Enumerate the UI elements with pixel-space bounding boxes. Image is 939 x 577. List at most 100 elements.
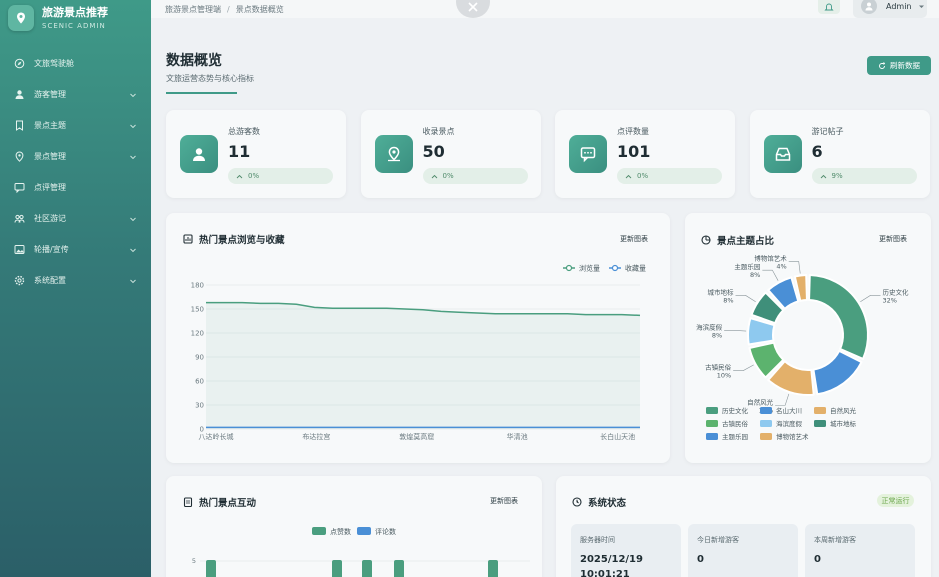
pie-legend-item-1[interactable]: 历史文化: [706, 406, 749, 415]
breadcrumb-separator: /: [227, 4, 230, 14]
notification-button[interactable]: [818, 0, 840, 14]
compass-icon: [14, 58, 25, 69]
y-tick-label: 150: [191, 306, 204, 314]
sidebar-item-label: 社区游记: [34, 214, 66, 223]
breadcrumb-root[interactable]: 旅游景点管理端: [165, 4, 221, 15]
x-tick-label: 长白山天池: [600, 432, 635, 441]
page-subtitle: 文旅运营态势与核心指标: [166, 74, 254, 83]
brand-title: 旅游景点推荐: [42, 5, 108, 19]
chevron-down-icon: [129, 246, 137, 254]
legend-item-2[interactable]: 收藏量: [609, 264, 646, 273]
pie-legend-item-8[interactable]: 博物馆艺术: [760, 432, 809, 441]
pie-slice-label: 城市地标 8%: [708, 287, 735, 304]
week-new-visitors-label: 本周新增游客: [814, 536, 856, 544]
pie-card-title-text: 景点主题占比: [717, 236, 775, 247]
bookmark-icon: [14, 120, 25, 131]
legend-label: 自然风光: [830, 406, 857, 415]
pie-card-refresh-link[interactable]: 更新图表: [879, 234, 907, 244]
bar[interactable]: [362, 560, 372, 577]
sidebar: 旅游景点推荐 SCENIC ADMIN 文旅驾驶舱 游客管理 景点主题 景点管理 点评管…: [0, 0, 151, 577]
user-menu[interactable]: Admin: [853, 0, 927, 18]
pie-legend-item-7[interactable]: 主题乐园: [706, 432, 748, 441]
pie-leader-line: [860, 295, 881, 303]
server-time-tile: 服务器时间 2025/12/19 10:01:21: [571, 524, 681, 577]
chevron-down-icon: [129, 153, 137, 161]
user-avatar-icon: [865, 2, 873, 11]
stat-trend: 0%: [228, 168, 333, 184]
today-new-visitors-label: 今日新增游客: [697, 536, 739, 544]
stat-card-2: 收录景点 50 0%: [360, 110, 541, 198]
pie-chart: 历史文化32%自然风光16%古镇民俗10%海滨度假8%城市地标8%主题乐园8%博…: [696, 254, 909, 441]
chat-icon: [14, 182, 25, 193]
refresh-button[interactable]: 刷新数据: [867, 56, 931, 75]
trend-up-icon: [820, 174, 826, 178]
pie-legend-item-3[interactable]: 自然风光: [814, 406, 857, 415]
y-tick-label: 30: [195, 402, 204, 410]
stat-value: 6: [811, 142, 823, 161]
legend-item-1[interactable]: 浏览量: [563, 264, 600, 273]
legend-label: 古镇民俗: [722, 419, 749, 428]
chart-icon: [183, 234, 193, 244]
bar[interactable]: [394, 560, 404, 577]
pie-slice-label: 主题乐园 8%: [734, 262, 760, 279]
sidebar-item-7[interactable]: 轮播/宣传: [0, 234, 151, 265]
user-icon: [14, 89, 25, 100]
sidebar-item-2[interactable]: 游客管理: [0, 79, 151, 110]
x-tick-label: 布达拉宫: [302, 432, 330, 441]
legend-label: 历史文化: [722, 406, 749, 415]
sidebar-item-6[interactable]: 社区游记: [0, 203, 151, 234]
sidebar-item-8[interactable]: 系统配置: [0, 265, 151, 296]
stat-trend: 0%: [617, 168, 722, 184]
legend-label: 博物馆艺术: [776, 432, 809, 441]
line-card-title: 热门景点浏览与收藏: [183, 232, 285, 246]
trend-up-icon: [625, 174, 632, 178]
sidebar-item-label: 景点管理: [34, 152, 66, 161]
pie-leader-line: [775, 393, 790, 406]
bar[interactable]: [206, 560, 216, 577]
pie-legend-item-2[interactable]: 名山大川: [760, 406, 802, 415]
sidebar-item-4[interactable]: 景点管理: [0, 141, 151, 172]
server-time-value: 2025/12/19 10:01:21: [580, 554, 643, 577]
bar-card-refresh-link[interactable]: 更新图表: [490, 496, 518, 506]
week-new-visitors-value: 0: [814, 554, 821, 565]
pie-leader-line: [735, 295, 756, 303]
stat-card-3: 点评数量 101 0%: [555, 110, 735, 198]
bar-legend-item-1[interactable]: 点赞数: [312, 527, 351, 536]
stat-value: 101: [617, 142, 651, 161]
bell-icon: [824, 3, 834, 11]
caret-down-icon: [918, 5, 924, 8]
pie-slice-2[interactable]: [812, 349, 863, 396]
stat-trend-value: 0%: [442, 172, 454, 180]
pie-legend-item-5[interactable]: 海滨度假: [760, 419, 803, 428]
sidebar-item-label: 景点主题: [34, 121, 66, 130]
stat-trend-value: 0%: [248, 172, 260, 180]
today-new-visitors-tile: 今日新增游客 0: [688, 524, 798, 577]
bar-legend-item-2[interactable]: 评论数: [357, 527, 396, 536]
pie-slice-1[interactable]: [808, 274, 869, 360]
series-area: [206, 302, 640, 429]
today-new-visitors-value: 0: [697, 554, 704, 565]
week-new-visitors-tile: 本周新增游客 0: [805, 524, 915, 577]
comment-icon: [569, 135, 607, 173]
bar-chart: 点赞数 评论数 5: [192, 527, 530, 577]
refresh-label: 刷新数据: [890, 61, 920, 70]
stat-value: 11: [228, 142, 251, 161]
location-logo-icon: [8, 5, 34, 31]
close-icon: [468, 2, 478, 12]
pie-slice-label: 古镇民俗 10%: [705, 363, 732, 380]
bar[interactable]: [332, 560, 342, 577]
pie-legend-item-6[interactable]: 城市地标: [814, 419, 857, 428]
sidebar-item-1[interactable]: 文旅驾驶舱: [0, 48, 151, 79]
sidebar-item-label: 文旅驾驶舱: [34, 59, 74, 68]
map-pin-icon: [374, 135, 413, 173]
line-card-refresh-link[interactable]: 更新图表: [620, 234, 648, 244]
pie-legend-item-4[interactable]: 古镇民俗: [706, 419, 749, 428]
sidebar-item-3[interactable]: 景点主题: [0, 110, 151, 141]
chevron-down-icon: [129, 122, 137, 130]
clipboard-icon: [183, 497, 193, 507]
status-badge: 正常运行: [877, 494, 914, 507]
stat-label: 总游客数: [228, 127, 260, 136]
bar[interactable]: [488, 560, 498, 577]
sidebar-item-5[interactable]: 点评管理: [0, 172, 151, 203]
legend-label: 主题乐园: [722, 432, 748, 441]
